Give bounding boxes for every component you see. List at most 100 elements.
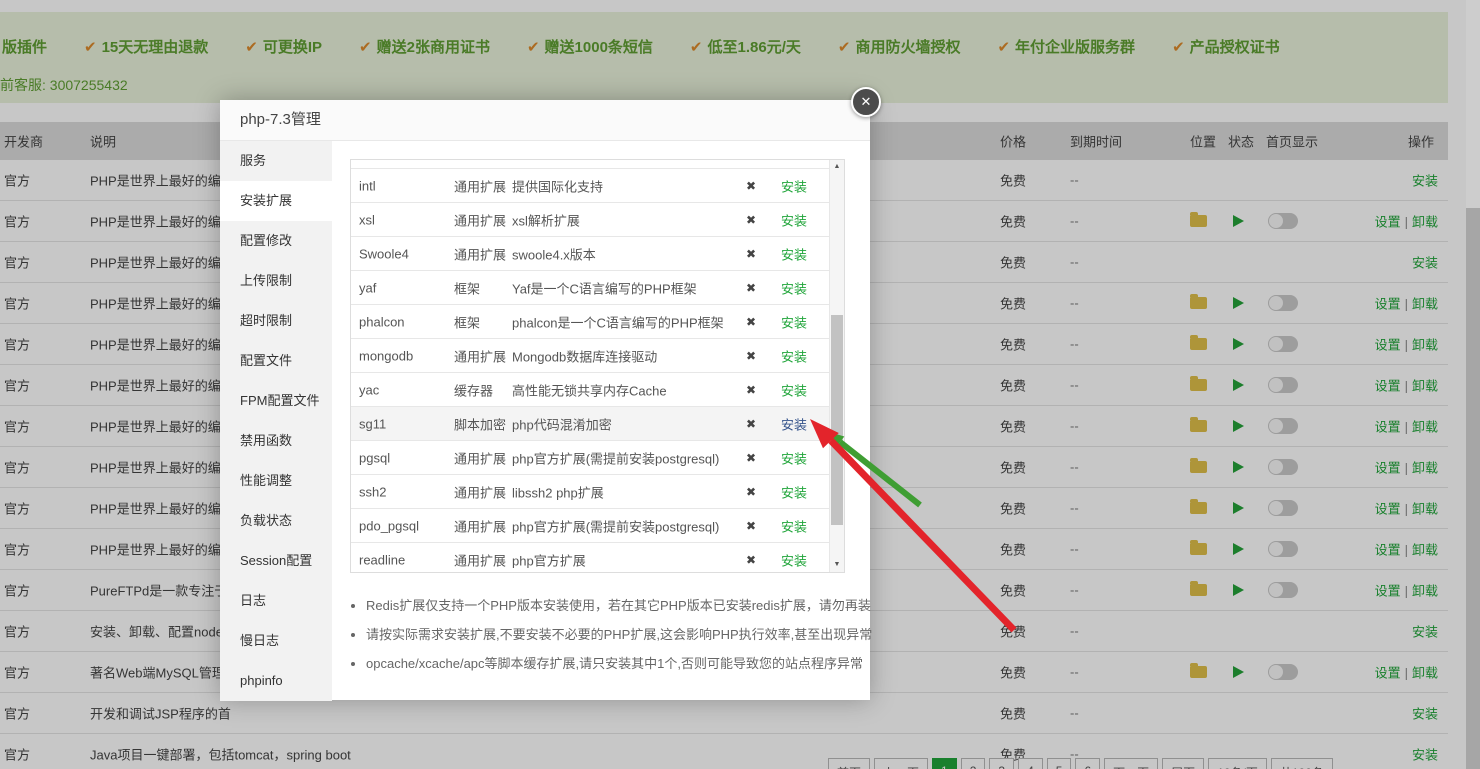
extensions-table: intl通用扩展提供国际化支持✖安装xsl通用扩展xsl解析扩展✖安装Swool… [350,159,845,573]
extension-type: 通用扩展 [454,448,506,467]
extension-type: 脚本加密 [454,414,506,433]
tab-[interactable]: 性能调整 [220,461,332,501]
not-installed-icon: ✖ [746,315,756,329]
not-installed-icon: ✖ [746,519,756,533]
extension-install-link[interactable]: 安装 [781,414,807,433]
extension-desc: php官方扩展 [512,550,586,569]
tab-[interactable]: 慢日志 [220,621,332,661]
modal-sidebar: 服务安装扩展配置修改上传限制超时限制配置文件FPM配置文件禁用函数性能调整负载状… [220,141,332,701]
extension-type: 框架 [454,278,480,297]
tab-[interactable]: 上传限制 [220,261,332,301]
extension-name: sg11 [359,416,386,431]
extension-row: mongodb通用扩展Mongodb数据库连接驱动✖安装 [351,339,829,373]
extension-row: pgsql通用扩展php官方扩展(需提前安装postgresql)✖安装 [351,441,829,475]
extension-row: yac 缓存器高性能无锁共享内存Cache ✖ 安装 [351,373,829,407]
not-installed-icon: ✖ [746,179,756,193]
tab-[interactable]: 超时限制 [220,301,332,341]
not-installed-icon: ✖ [746,383,756,397]
tab-phpinfo[interactable]: phpinfo [220,661,332,701]
extension-name: xsl [359,212,375,227]
extension-type: 缓存器 [454,380,493,399]
extension-name: readline [359,552,405,567]
extension-name: pgsql [359,450,390,465]
tab-[interactable]: 日志 [220,581,332,621]
extension-name: intl [359,178,376,193]
extension-install-link[interactable]: 安装 [781,482,807,501]
tab-[interactable]: 禁用函数 [220,421,332,461]
extension-row: yaf框架Yaf是一个C语言编写的PHP框架✖安装 [351,271,829,305]
tab-[interactable]: 配置文件 [220,341,332,381]
not-installed-icon: ✖ [746,485,756,499]
scroll-down-icon[interactable]: ▼ [830,558,844,572]
extension-install-link[interactable]: 安装 [781,550,807,569]
extension-install-link[interactable]: 安装 [781,380,807,399]
extension-name: Swoole4 [359,246,409,261]
not-installed-icon: ✖ [746,349,756,363]
extension-desc: xsl解析扩展 [512,210,580,229]
extension-row: pdo_pgsql 通用扩展 php官方扩展(需提前安装postgresql) ✖ 安装 [351,509,829,543]
extension-install-link[interactable]: 安装 [781,448,807,467]
tab-fpm[interactable]: FPM配置文件 [220,381,332,421]
php-manage-modal: php-7.3管理 ✕ 服务安装扩展配置修改上传限制超时限制配置文件FPM配置文… [220,100,870,700]
note-item: Redis扩展仅支持一个PHP版本安装使用，若在其它PHP版本已安装redis扩… [366,591,853,620]
extension-desc: Mongodb数据库连接驱动 [512,346,657,365]
not-installed-icon: ✖ [746,213,756,227]
extension-install-link[interactable]: 安装 [781,346,807,365]
extension-desc: php代码混淆加密 [512,414,612,433]
extension-desc: phalcon是一个C语言编写的PHP框架 [512,312,724,331]
extension-type: 通用扩展 [454,346,506,365]
extension-type: 通用扩展 [454,482,506,501]
extension-row: intl 通用扩展提供国际化支持 ✖ 安装 [351,169,829,203]
modal-body: 服务安装扩展配置修改上传限制超时限制配置文件FPM配置文件禁用函数性能调整负载状… [220,141,870,701]
extension-desc: libssh2 php扩展 [512,482,604,501]
extension-desc: php官方扩展(需提前安装postgresql) [512,516,719,535]
scrollbar-thumb[interactable] [831,315,843,525]
extension-row: xsl 通用扩展 xsl解析扩展 ✖ 安装 [351,203,829,237]
extension-type: 框架 [454,312,480,331]
close-icon[interactable]: ✕ [851,87,881,117]
extension-install-link[interactable]: 安装 [781,516,807,535]
extension-notes: Redis扩展仅支持一个PHP版本安装使用，若在其它PHP版本已安装redis扩… [348,591,853,678]
tab-[interactable]: 服务 [220,141,332,181]
partial-row [351,160,829,169]
extension-install-link[interactable]: 安装 [781,244,807,263]
extensions-scrollbar[interactable]: ▲ ▼ [829,160,844,572]
page-scrollbar-thumb[interactable] [1466,208,1480,769]
extension-name: yaf [359,280,376,295]
page-scrollbar[interactable] [1466,0,1480,769]
extension-install-link[interactable]: 安装 [781,278,807,297]
modal-title: php-7.3管理 [220,100,870,141]
extension-name: phalcon [359,314,405,329]
extension-row: sg11 脚本加密 php代码混淆加密 ✖ 安装 [351,407,829,441]
extension-row: phalcon 框架 phalcon是一个C语言编写的PHP框架 ✖ 安装 [351,305,829,339]
tab-[interactable]: 配置修改 [220,221,332,261]
extension-row: ssh2 通用扩展 libssh2 php扩展 ✖ 安装 [351,475,829,509]
extension-type: 通用扩展 [454,516,506,535]
extension-install-link[interactable]: 安装 [781,210,807,229]
extension-install-link[interactable]: 安装 [781,176,807,195]
extension-type: 通用扩展 [454,176,506,195]
extension-desc: swoole4.x版本 [512,244,596,263]
tab-[interactable]: 安装扩展 [220,181,332,221]
not-installed-icon: ✖ [746,553,756,567]
extension-name: pdo_pgsql [359,518,419,533]
extension-type: 通用扩展 [454,244,506,263]
not-installed-icon: ✖ [746,417,756,431]
scroll-up-icon[interactable]: ▲ [830,160,844,174]
not-installed-icon: ✖ [746,247,756,261]
tab-[interactable]: 负载状态 [220,501,332,541]
extension-desc: Yaf是一个C语言编写的PHP框架 [512,278,697,297]
extension-desc: 提供国际化支持 [512,176,603,195]
not-installed-icon: ✖ [746,451,756,465]
extension-install-link[interactable]: 安装 [781,312,807,331]
note-item: 请按实际需求安装扩展,不要安装不必要的PHP扩展,这会影响PHP执行效率,甚至出… [366,620,853,649]
extension-name: ssh2 [359,484,386,499]
extension-desc: 高性能无锁共享内存Cache [512,380,667,399]
extension-type: 通用扩展 [454,550,506,569]
tab-session[interactable]: Session配置 [220,541,332,581]
screen: 版插件✔15天无理由退款✔可更换IP✔赠送2张商用证书✔赠送1000条短信✔低至… [0,0,1480,769]
note-item: opcache/xcache/apc等脚本缓存扩展,请只安装其中1个,否则可能导… [366,649,853,678]
extension-row: Swoole4 通用扩展 swoole4.x版本 ✖ 安装 [351,237,829,271]
extension-name: yac [359,382,379,397]
extension-type: 通用扩展 [454,210,506,229]
